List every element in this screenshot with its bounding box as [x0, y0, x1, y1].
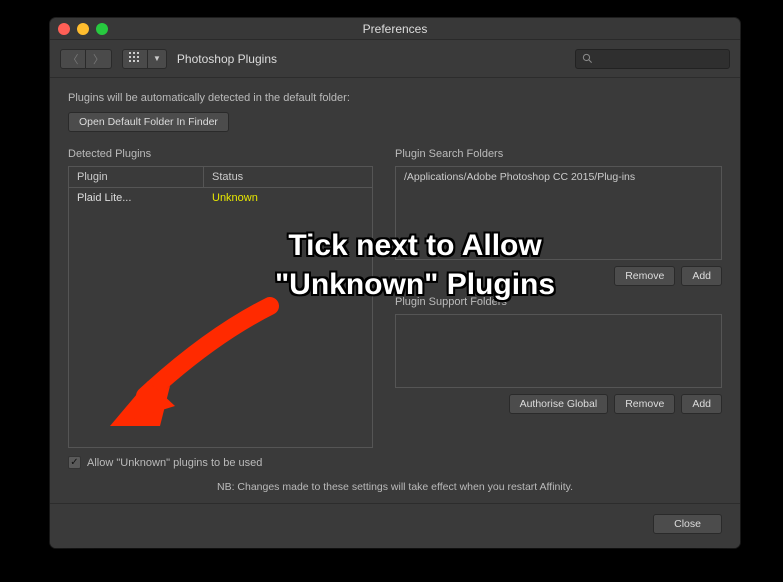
content: Plugins will be automatically detected i… [50, 78, 740, 503]
remove-folder-button[interactable]: Remove [614, 266, 675, 286]
plugin-name-cell: Plaid Lite... [69, 188, 204, 208]
add-support-button[interactable]: Add [681, 394, 722, 414]
preferences-window: Preferences 〈 〉 ▼ Photoshop Plugins Plug… [50, 18, 740, 548]
allow-unknown-label: Allow "Unknown" plugins to be used [87, 457, 262, 469]
plugin-status-cell: Unknown [204, 188, 372, 208]
titlebar: Preferences [50, 18, 740, 40]
allow-unknown-checkbox[interactable]: ✓ [68, 456, 81, 469]
remove-support-button[interactable]: Remove [614, 394, 675, 414]
zoom-window-button[interactable] [96, 23, 108, 35]
col-plugin-header[interactable]: Plugin [69, 167, 204, 188]
list-item[interactable]: /Applications/Adobe Photoshop CC 2015/Pl… [404, 171, 713, 183]
detected-plugins-heading: Detected Plugins [68, 148, 373, 160]
dropdown-button[interactable]: ▼ [148, 49, 167, 69]
nav-buttons: 〈 〉 [60, 49, 112, 69]
table-row[interactable]: Plaid Lite... Unknown [69, 188, 372, 208]
intro-text: Plugins will be automatically detected i… [68, 92, 722, 104]
back-button[interactable]: 〈 [60, 49, 86, 69]
window-title: Preferences [50, 18, 740, 40]
authorise-global-button[interactable]: Authorise Global [509, 394, 609, 414]
minimize-window-button[interactable] [77, 23, 89, 35]
grid-view-button[interactable] [122, 49, 148, 69]
search-folders-list[interactable]: /Applications/Adobe Photoshop CC 2015/Pl… [395, 166, 722, 260]
forward-button[interactable]: 〉 [86, 49, 112, 69]
close-window-button[interactable] [58, 23, 70, 35]
view-mode-buttons: ▼ [122, 49, 167, 69]
detected-plugins-section: Detected Plugins Plugin Status Plaid Lit… [68, 148, 373, 469]
footer: Close [50, 503, 740, 548]
col-status-header[interactable]: Status [204, 167, 372, 188]
search-folders-heading: Plugin Search Folders [395, 148, 722, 160]
close-button[interactable]: Close [653, 514, 722, 534]
allow-unknown-row: ✓ Allow "Unknown" plugins to be used [68, 456, 373, 469]
table-header: Plugin Status [69, 167, 372, 188]
restart-note: NB: Changes made to these settings will … [68, 481, 722, 493]
toolbar: 〈 〉 ▼ Photoshop Plugins [50, 40, 740, 78]
support-folders-heading: Plugin Support Folders [395, 296, 722, 308]
search-input[interactable] [575, 49, 730, 69]
support-folders-list[interactable] [395, 314, 722, 388]
plugin-folders-section: Plugin Search Folders /Applications/Adob… [395, 148, 722, 469]
open-default-folder-button[interactable]: Open Default Folder In Finder [68, 112, 229, 132]
search-icon [582, 53, 593, 64]
window-controls [58, 23, 108, 35]
detected-plugins-table: Plugin Status Plaid Lite... Unknown [68, 166, 373, 448]
toolbar-section-label: Photoshop Plugins [177, 52, 277, 66]
add-folder-button[interactable]: Add [681, 266, 722, 286]
